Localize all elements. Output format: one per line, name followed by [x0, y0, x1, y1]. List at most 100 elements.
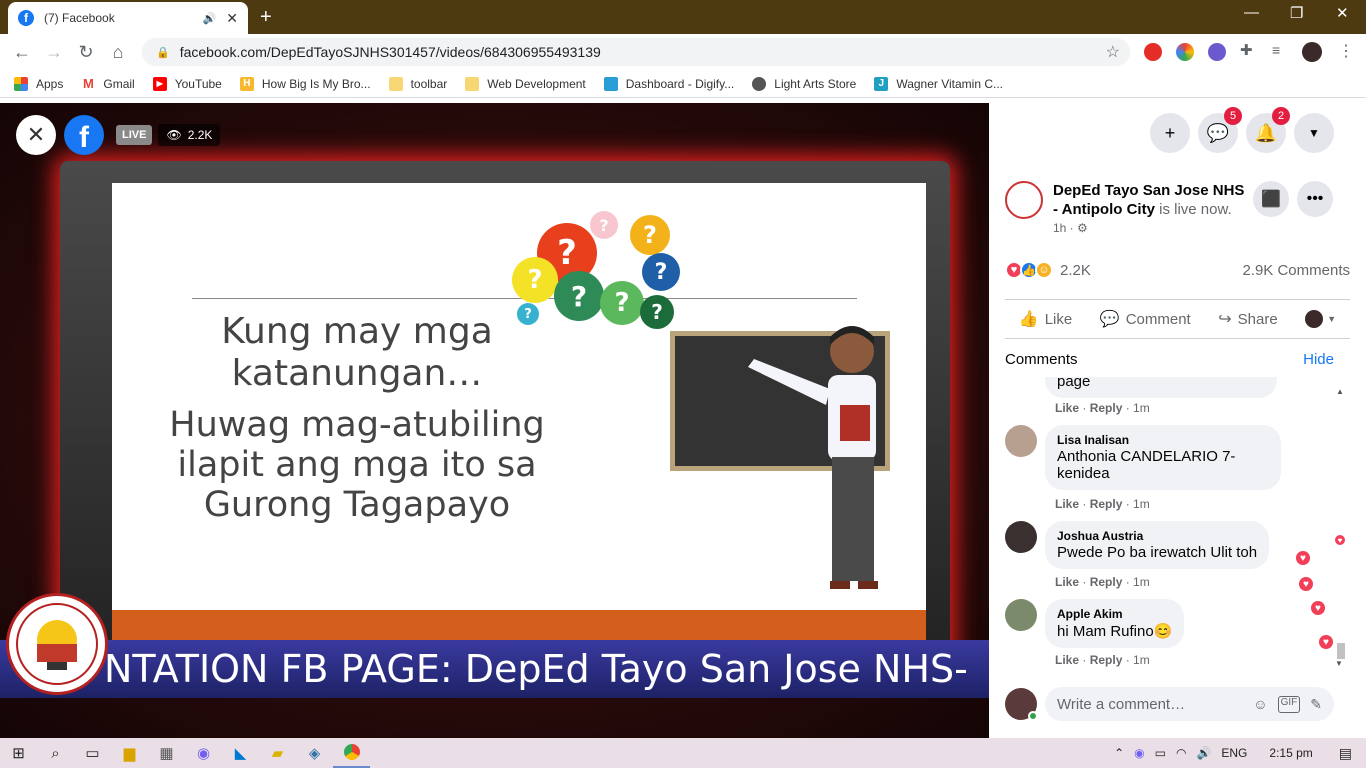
wifi-icon[interactable]: ◠ — [1176, 746, 1186, 760]
current-user-avatar[interactable] — [1005, 688, 1038, 721]
comment-reply-link[interactable]: Reply — [1090, 401, 1123, 415]
volume-icon[interactable]: 🔊 — [1196, 746, 1211, 760]
bookmark-star-icon[interactable]: ☆ — [1106, 42, 1120, 62]
post-timestamp[interactable]: 1h · ⚙ — [1053, 221, 1253, 235]
comments-list[interactable]: page Like · Reply · 1m Lisa Inalisan Ant… — [989, 377, 1366, 669]
hide-comments-link[interactable]: Hide — [1303, 351, 1334, 368]
extension-purple-icon[interactable] — [1208, 43, 1226, 61]
bookmark-gmail[interactable]: M Gmail — [81, 76, 135, 91]
gif-icon[interactable]: GIF — [1277, 695, 1301, 713]
comment-time[interactable]: 1m — [1133, 575, 1150, 589]
restore-icon[interactable]: ❐ — [1290, 4, 1303, 22]
close-video-button[interactable]: ✕ — [16, 115, 56, 155]
create-button[interactable]: + — [1150, 113, 1190, 153]
reactions-count[interactable]: 2.2K — [1060, 262, 1091, 279]
live-video-player[interactable]: Kung may mga katanungan… Huwag mag-atubi… — [0, 103, 989, 738]
battery-icon[interactable]: ▭ — [1155, 746, 1166, 760]
home-icon[interactable]: ⌂ — [102, 42, 134, 63]
scroll-down-icon[interactable]: ▼ — [1335, 659, 1343, 668]
bookmark-dashboard[interactable]: Dashboard - Digify... — [603, 76, 734, 91]
commenter-avatar[interactable] — [1005, 599, 1037, 631]
menu-kebab-icon[interactable]: ⋮ — [1338, 41, 1356, 60]
share-button[interactable]: ↪ Share — [1218, 309, 1277, 329]
comments-count[interactable]: 2.9K Comments — [1242, 262, 1350, 279]
commenter-name[interactable]: Apple Akim — [1057, 607, 1172, 621]
close-tab-icon[interactable]: ✕ — [226, 10, 238, 27]
search-icon[interactable]: ⌕ — [37, 738, 74, 768]
browser-tab[interactable]: f (7) Facebook 🔊 ✕ — [8, 2, 248, 34]
post-options-button[interactable]: ••• — [1297, 181, 1333, 217]
comment-like-link[interactable]: Like — [1055, 653, 1079, 667]
new-tab-button[interactable]: + — [260, 6, 272, 29]
speaker-icon[interactable]: 🔊 — [203, 12, 217, 25]
reload-icon[interactable]: ↻ — [70, 42, 102, 63]
task-view-icon[interactable]: ▭ — [74, 738, 111, 768]
commenter-avatar[interactable] — [1005, 521, 1037, 553]
bookmarks-bar: Apps M Gmail ▶ YouTube H How Big Is My Bro.… — [0, 70, 1366, 98]
messenger-button[interactable]: 💬 5 — [1198, 107, 1242, 153]
action-center-icon[interactable]: ▤ — [1339, 745, 1352, 762]
viber-tray-icon[interactable]: ◉ — [1134, 746, 1144, 760]
save-post-button[interactable]: ⬛ — [1253, 181, 1289, 217]
scroll-thumb[interactable] — [1337, 643, 1345, 659]
account-menu-button[interactable]: ▼ — [1294, 113, 1334, 153]
language-indicator[interactable]: ENG — [1221, 746, 1247, 760]
vscode-icon[interactable]: ◣ — [222, 738, 259, 768]
commenter-name[interactable]: Lisa Inalisan — [1057, 433, 1269, 447]
bookmark-web-dev-folder[interactable]: Web Development — [465, 76, 586, 91]
comments-scrollbar[interactable]: ▲ ▼ — [1335, 387, 1345, 669]
clock[interactable]: 2:15 pm — [1269, 746, 1312, 760]
windows-start-icon[interactable]: ⊞ — [0, 738, 37, 768]
comment-time[interactable]: 1m — [1133, 653, 1150, 667]
bookmark-wagner[interactable]: J Wagner Vitamin C... — [874, 76, 1003, 91]
calculator-icon[interactable]: ▦ — [148, 738, 185, 768]
show-hidden-icons[interactable]: ⌃ — [1114, 746, 1124, 760]
sticky-notes-icon[interactable]: ▰ — [259, 738, 296, 768]
python-icon[interactable]: ◈ — [296, 738, 333, 768]
commenter-avatar[interactable] — [1005, 425, 1037, 457]
scroll-up-icon[interactable]: ▲ — [1335, 387, 1345, 396]
extension-color-icon[interactable] — [1176, 43, 1194, 61]
comment-like-link[interactable]: Like — [1055, 401, 1079, 415]
like-button[interactable]: 👍 Like — [1019, 309, 1072, 329]
comment-time[interactable]: 1m — [1133, 497, 1150, 511]
messenger-badge: 5 — [1224, 107, 1242, 125]
address-bar[interactable]: 🔒 facebook.com/DepEdTayoSJNHS301457/vide… — [142, 38, 1130, 66]
viber-icon[interactable]: ◉ — [185, 738, 222, 768]
facebook-logo-icon[interactable]: f — [64, 115, 104, 155]
comment-bubble: Joshua Austria Pwede Po ba irewatch Ulit… — [1045, 521, 1270, 569]
extension-red-icon[interactable] — [1144, 43, 1162, 61]
chrome-icon[interactable] — [333, 738, 370, 768]
close-window-icon[interactable]: ✕ — [1336, 4, 1349, 22]
bookmark-toolbar-folder[interactable]: toolbar — [388, 76, 447, 91]
commenter-name[interactable]: Joshua Austria — [1057, 529, 1257, 543]
back-icon[interactable]: ← — [6, 42, 38, 63]
comment-label: Comment — [1125, 310, 1191, 328]
emoji-icon[interactable]: ☺ — [1253, 696, 1267, 713]
page-avatar[interactable] — [1005, 181, 1043, 219]
comment-time[interactable]: 1m — [1133, 401, 1150, 415]
bookmark-how-big[interactable]: H How Big Is My Bro... — [239, 76, 371, 91]
react-as-selector[interactable]: ▼ — [1305, 310, 1336, 328]
file-explorer-icon[interactable]: ▆ — [111, 738, 148, 768]
bookmark-apps[interactable]: Apps — [14, 76, 63, 91]
comment-like-link[interactable]: Like — [1055, 497, 1079, 511]
sticker-icon[interactable]: ✎ — [1310, 696, 1322, 713]
minimize-icon[interactable]: — — [1244, 4, 1259, 21]
comment-reply-link[interactable]: Reply — [1090, 653, 1123, 667]
comment-reply-link[interactable]: Reply — [1090, 575, 1123, 589]
bookmark-light-arts[interactable]: Light Arts Store — [752, 76, 856, 91]
comment-like-link[interactable]: Like — [1055, 575, 1079, 589]
extensions-puzzle-icon[interactable]: ✚ — [1240, 41, 1258, 59]
media-control-icon[interactable]: ≡ — [1272, 42, 1290, 60]
comment-button[interactable]: 💬 Comment — [1100, 309, 1191, 329]
lock-icon[interactable]: 🔒 — [156, 46, 170, 59]
profile-avatar[interactable] — [1302, 42, 1322, 62]
comment-placeholder: Write a comment… — [1057, 695, 1186, 713]
notifications-button[interactable]: 🔔 2 — [1246, 107, 1290, 153]
browser-toolbar: ← → ↻ ⌂ 🔒 facebook.com/DepEdTayoSJNHS301… — [0, 34, 1366, 70]
comment-reply-link[interactable]: Reply — [1090, 497, 1123, 511]
bookmark-youtube[interactable]: ▶ YouTube — [152, 76, 222, 91]
forward-icon[interactable]: → — [38, 42, 70, 63]
write-comment-input[interactable]: Write a comment… ☺ GIF ✎ — [1045, 687, 1334, 721]
